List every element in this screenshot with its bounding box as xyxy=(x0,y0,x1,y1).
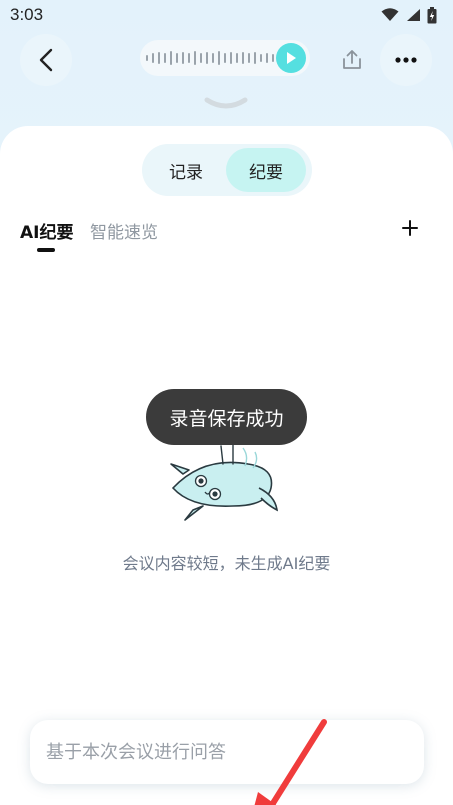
more-icon xyxy=(395,57,417,63)
top-bar xyxy=(0,30,453,90)
subtab-smart-overview[interactable]: 智能速览 xyxy=(90,218,158,243)
main-sheet: 记录 纪要 AI纪要 智能速览 会议内容较短，未生成AI纪要 录音保存成功 xyxy=(0,126,453,805)
collapse-chevron-icon xyxy=(204,97,248,109)
wifi-icon xyxy=(381,8,399,21)
add-button[interactable] xyxy=(398,216,422,240)
subtabs: AI纪要 智能速览 xyxy=(20,218,433,258)
waveform xyxy=(146,51,274,65)
play-button[interactable] xyxy=(276,43,306,73)
tab-summary[interactable]: 纪要 xyxy=(226,148,306,192)
status-icons xyxy=(381,6,437,24)
play-icon xyxy=(287,52,296,64)
empty-state-message: 会议内容较短，未生成AI纪要 xyxy=(122,554,331,573)
add-icon xyxy=(402,220,418,236)
more-button[interactable] xyxy=(380,34,432,86)
share-icon xyxy=(343,50,361,69)
toast: 录音保存成功 xyxy=(146,389,307,445)
subtab-underline xyxy=(37,248,55,252)
segment-control: 记录 纪要 xyxy=(142,144,312,196)
status-bar: 3:03 xyxy=(0,0,453,30)
audio-player[interactable] xyxy=(140,40,310,76)
signal-icon xyxy=(407,9,420,21)
ask-input[interactable] xyxy=(46,741,424,763)
collapse-handle[interactable] xyxy=(203,96,249,116)
ask-box[interactable] xyxy=(30,720,424,784)
back-button[interactable] xyxy=(20,34,72,86)
back-icon xyxy=(39,48,53,72)
share-button[interactable] xyxy=(334,42,370,78)
battery-icon xyxy=(427,6,437,23)
tab-record[interactable]: 记录 xyxy=(146,148,226,192)
status-time: 3:03 xyxy=(10,5,44,24)
subtab-ai-summary[interactable]: AI纪要 xyxy=(20,218,73,243)
